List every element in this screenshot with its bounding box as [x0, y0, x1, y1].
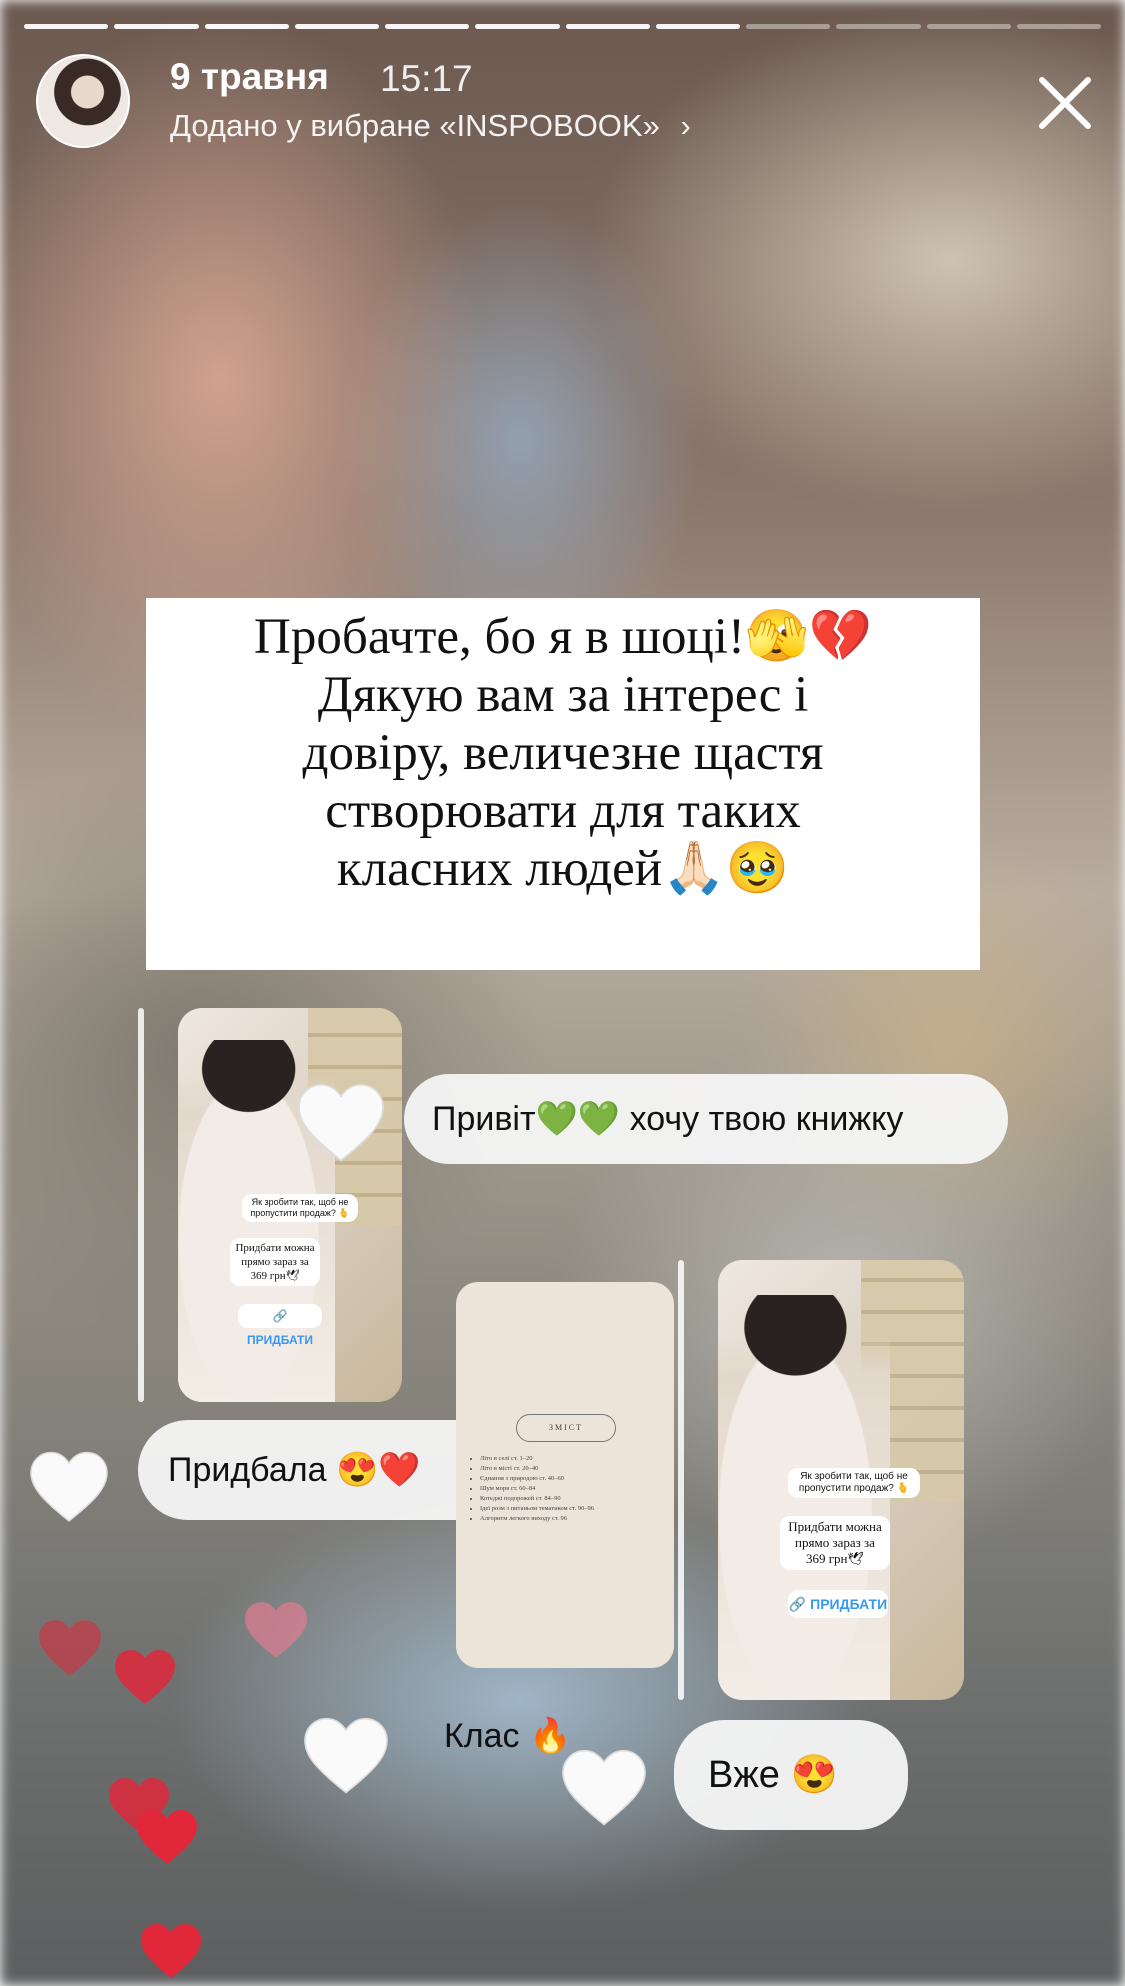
- story-text-line: класних людей🙏🏻🥹: [336, 841, 790, 897]
- shared-story-thumbnail[interactable]: Як зробити так, щоб не пропустити продаж…: [178, 1008, 402, 1402]
- toc-item: Шум моря ст. 60–84: [480, 1484, 594, 1494]
- white-heart-reaction-icon: [304, 1717, 388, 1794]
- story-text-line: Пробачте, бо я в шоці!🫣💔: [254, 609, 872, 665]
- question-sticker: Як зробити так, щоб не пропустити продаж…: [242, 1194, 358, 1222]
- progress-segment: [385, 24, 470, 29]
- toc-list: Літо в селі ст. 1–20Літо в місті ст. 20–…: [470, 1454, 594, 1524]
- toc-title: ЗМІСТ: [516, 1414, 616, 1442]
- progress-segment: [565, 24, 650, 29]
- progress-segment: [746, 24, 831, 29]
- heart-reaction-icon: [137, 1810, 197, 1864]
- shared-book-contents-thumbnail[interactable]: ЗМІСТ Літо в селі ст. 1–20Літо в місті с…: [456, 1282, 674, 1668]
- toc-item: Котеджі подорожей ст. 84–90: [480, 1494, 594, 1504]
- highlight-label: Додано у вибране «INSPOBOOK»: [170, 108, 660, 143]
- message-bubble: Привіт💚💚 хочу твою книжку: [404, 1074, 1008, 1164]
- heart-reaction-icon: [115, 1650, 175, 1704]
- progress-segment: [1016, 24, 1101, 29]
- toc-item: Єднання з природою ст. 40–60: [480, 1474, 594, 1484]
- buy-link-sticker: 🔗 ПРИДБАТИ: [238, 1304, 322, 1347]
- buy-link-sticker: 🔗 ПРИДБАТИ: [788, 1590, 888, 1618]
- heart-reaction-icon: [245, 1602, 307, 1658]
- story-progress-bar: [24, 24, 1101, 29]
- reply-thread-bar: [678, 1260, 684, 1700]
- toc-item: Ідеї розм з питаньом тематиком ст. 90–96: [480, 1504, 594, 1514]
- close-icon[interactable]: [1030, 68, 1100, 138]
- offer-card: Придбати можна прямо зараз за 369 грн🕊: [780, 1516, 890, 1570]
- shared-story-thumbnail[interactable]: Як зробити так, щоб не пропустити продаж…: [718, 1260, 964, 1700]
- white-heart-reaction-icon: [298, 1083, 384, 1162]
- story-text-line: довіру, величезне щастя: [302, 725, 824, 781]
- white-heart-reaction-icon: [562, 1749, 646, 1826]
- toc-item: Алгоритм легкого виходу ст. 96: [480, 1514, 594, 1524]
- progress-segment: [294, 24, 379, 29]
- progress-segment: [475, 24, 560, 29]
- toc-item: Літо в місті ст. 20–40: [480, 1464, 594, 1474]
- progress-segment: [655, 24, 740, 29]
- chevron-right-icon: ›: [680, 108, 691, 143]
- heart-reaction-icon: [141, 1924, 201, 1978]
- avatar[interactable]: [36, 54, 130, 148]
- reply-thread-bar: [138, 1008, 144, 1402]
- story-text-box: Пробачте, бо я в шоці!🫣💔 Дякую вам за ін…: [146, 598, 980, 970]
- link-icon: 🔗: [272, 1309, 288, 1323]
- story-date: 9 травня: [170, 56, 329, 97]
- message-bubble: Вже 😍: [674, 1720, 908, 1830]
- highlight-link[interactable]: Додано у вибране «INSPOBOOK» ›: [170, 108, 691, 144]
- link-icon: 🔗: [788, 1596, 807, 1612]
- progress-segment: [24, 24, 109, 29]
- toc-item: Літо в селі ст. 1–20: [480, 1454, 594, 1464]
- progress-segment: [204, 24, 289, 29]
- story-text-line: створювати для таких: [325, 783, 801, 839]
- progress-segment: [926, 24, 1011, 29]
- offer-card: Придбати можна прямо зараз за 369 грн🕊: [230, 1238, 320, 1286]
- white-heart-reaction-icon: [30, 1451, 108, 1522]
- progress-segment: [836, 24, 921, 29]
- question-sticker: Як зробити так, щоб не пропустити продаж…: [788, 1468, 920, 1498]
- message-text: Клас 🔥: [444, 1717, 572, 1755]
- story-text-line: Дякую вам за інтерес і: [317, 667, 809, 723]
- heart-reaction-icon: [39, 1620, 101, 1676]
- story-time: 15:17: [380, 58, 473, 99]
- progress-segment: [114, 24, 199, 29]
